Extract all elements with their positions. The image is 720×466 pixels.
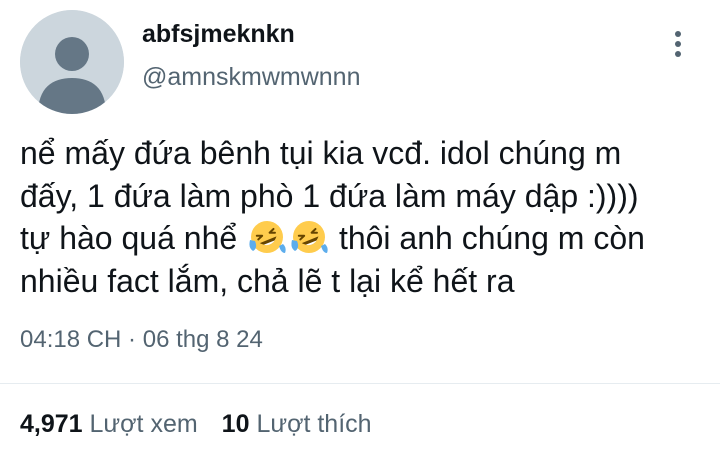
avatar[interactable] xyxy=(20,10,124,114)
more-options-button[interactable] xyxy=(664,28,692,60)
tweet-timestamp[interactable]: 04:18 CH · 06 thg 8 24 xyxy=(20,326,263,354)
more-vertical-icon xyxy=(675,31,681,57)
tweet-text-line: tự hào quá nhể thôi anh chúng m còn xyxy=(20,217,710,260)
likes-stat[interactable]: 10 Lượt thích xyxy=(222,410,372,439)
author-display-name[interactable]: abfsjmeknkn xyxy=(142,20,295,49)
divider xyxy=(0,383,720,384)
tweet-stats: 4,971 Lượt xem 10 Lượt thích xyxy=(20,410,372,439)
tweet-text-segment: tự hào quá nhể xyxy=(20,220,238,256)
tweet-text-line: đấy, 1 đứa làm phò 1 đứa làm máy dập :))… xyxy=(20,177,639,214)
likes-count: 10 xyxy=(221,410,250,438)
views-stat[interactable]: 4,971 Lượt xem xyxy=(20,410,198,439)
tweet-text-segment: thôi anh chúng m còn xyxy=(338,220,645,256)
tweet-text-line: nhiều fact lắm, chả lẽ t lại kể hết ra xyxy=(20,262,515,299)
likes-label: Lượt thích xyxy=(256,410,372,438)
rolling-on-floor-laughing-emoji xyxy=(290,218,328,256)
tweet-container: abfsjmeknkn @amnskmwmwnnn nể mấy đứa bên… xyxy=(0,0,720,466)
views-count: 4,971 xyxy=(20,410,83,438)
tweet-text: nể mấy đứa bênh tụi kia vcđ. idol chúng … xyxy=(20,132,710,302)
author-handle[interactable]: @amnskmwmwnnn xyxy=(142,63,360,92)
default-avatar-icon xyxy=(20,10,124,114)
tweet-text-line: nể mấy đứa bênh tụi kia vcđ. idol chúng … xyxy=(20,135,622,171)
rolling-on-floor-laughing-emoji xyxy=(248,218,286,256)
views-label: Lượt xem xyxy=(89,410,198,438)
